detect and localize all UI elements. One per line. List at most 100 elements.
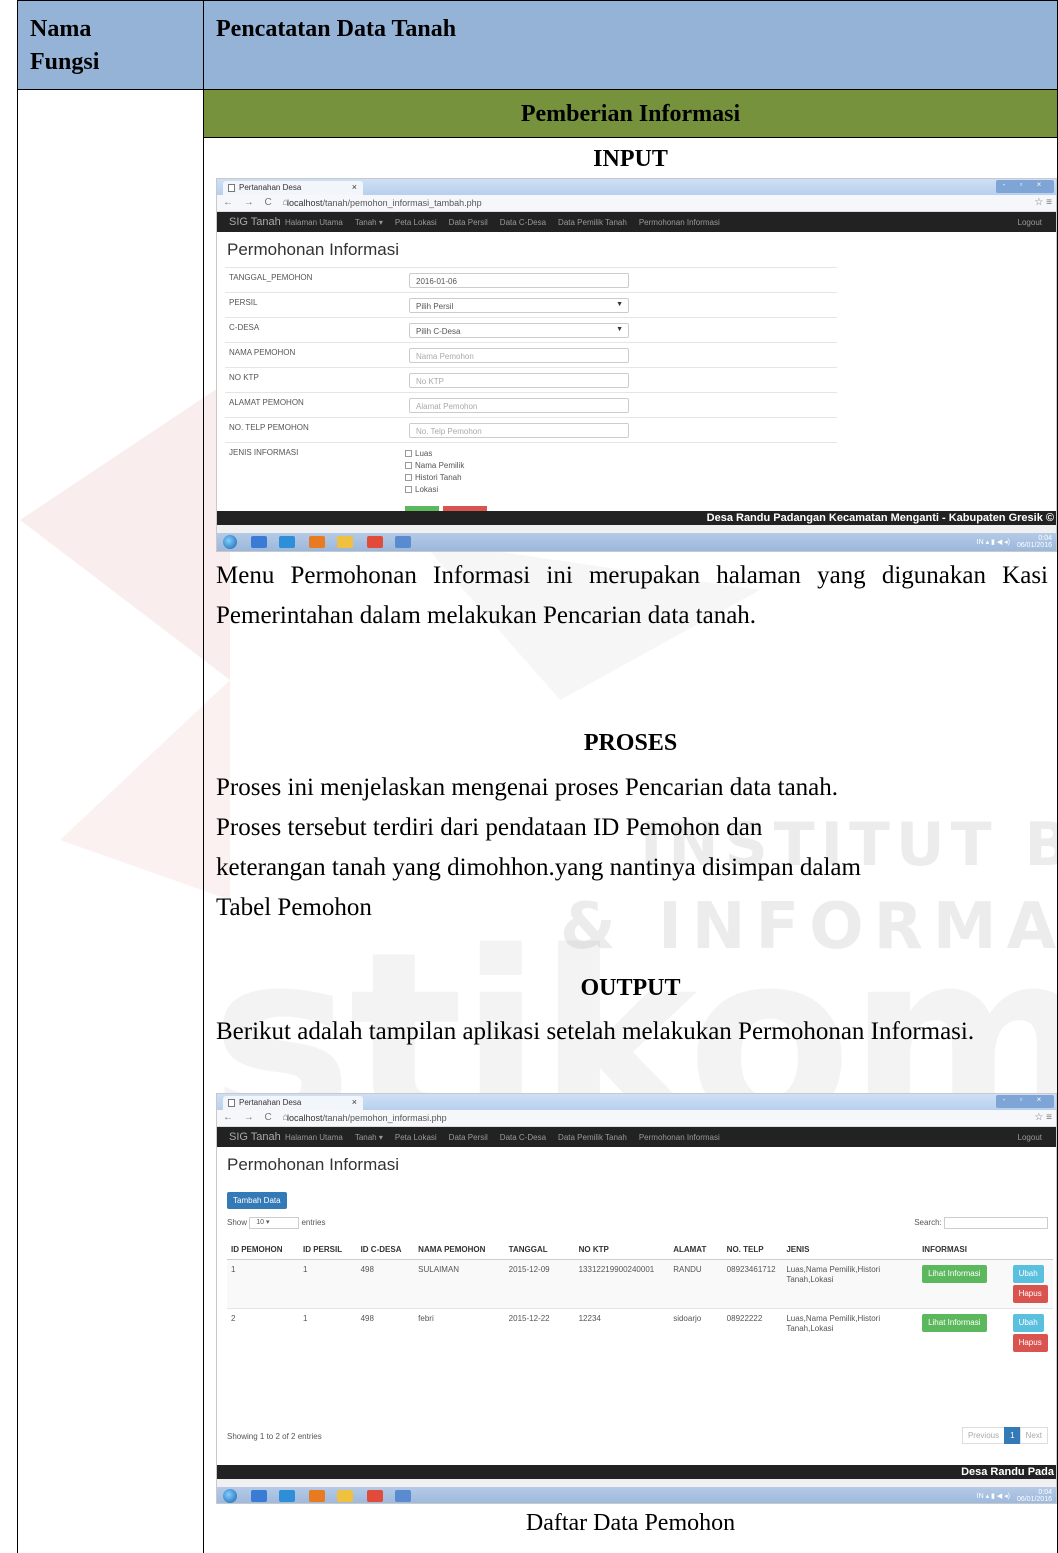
address-bar[interactable]: ← → C ⌂ localhost/tanah/pemohon_informas… (217, 1110, 1056, 1127)
app-icon[interactable] (251, 536, 267, 548)
close-icon[interactable]: × (352, 182, 357, 192)
tab-title: Pertanahan Desa (239, 183, 302, 192)
proses-line: keterangan tanah yang dimohhon.yang nant… (216, 854, 861, 881)
nav-item[interactable]: Peta Lokasi (395, 218, 437, 227)
col-header[interactable] (1008, 1240, 1053, 1260)
page-1-button[interactable]: 1 (1004, 1427, 1021, 1444)
previous-button[interactable]: Previous (961, 1427, 1006, 1444)
folder-icon[interactable] (337, 1490, 353, 1502)
cdesa-select[interactable]: Pilih C-Desa ▼ (409, 323, 629, 338)
header-left-label: Nama Fungsi (30, 16, 100, 75)
nav-item[interactable]: Data Pemilik Tanah (558, 1133, 627, 1142)
hapus-button[interactable]: Hapus (1012, 1285, 1048, 1303)
ubah-button[interactable]: Ubah (1012, 1314, 1044, 1332)
window-icon[interactable] (395, 536, 411, 548)
pagination: Previous 1 Next (961, 1427, 1048, 1444)
checkbox-lokasi[interactable]: Lokasi (405, 485, 438, 494)
cell: RANDU (669, 1259, 723, 1309)
col-header[interactable]: ID PERSIL (298, 1240, 357, 1260)
nav-item[interactable]: Halaman Utama (285, 218, 343, 227)
menu-icon[interactable]: ☆ ≡ (1034, 197, 1052, 208)
nav-menu: Halaman Utama Tanah ▾ Peta Lokasi Data Pers… (285, 218, 732, 227)
col-header[interactable]: NO KTP (574, 1240, 670, 1260)
scrollbar[interactable] (217, 525, 1056, 533)
next-button[interactable]: Next (1019, 1427, 1048, 1444)
alamat-input[interactable]: Alamat Pemohon (409, 398, 629, 413)
window-buttons[interactable]: - ▫ × (996, 180, 1054, 193)
col-header[interactable]: INFORMASI (918, 1240, 1009, 1260)
folder-icon[interactable] (337, 536, 353, 548)
app-brand[interactable]: SIG Tanah (229, 1131, 281, 1143)
col-header[interactable]: TANGGAL (504, 1240, 575, 1260)
tanggal-input[interactable]: 2016-01-06 (409, 273, 629, 288)
ie-icon[interactable] (279, 536, 295, 548)
col-header[interactable]: JENIS (782, 1240, 919, 1260)
close-icon[interactable]: × (352, 1097, 357, 1107)
cell: Lihat Informasi (918, 1259, 1009, 1309)
nav-item[interactable]: Halaman Utama (285, 1133, 343, 1142)
no-ktp-input[interactable]: No KTP (409, 373, 629, 388)
output-title: OUTPUT (580, 975, 681, 1001)
logout-link[interactable]: Logout (1018, 218, 1042, 227)
checkbox-histori[interactable]: Histori Tanah (405, 473, 462, 482)
ubah-button[interactable]: Ubah (1012, 1265, 1044, 1283)
nav-item[interactable]: Tanah ▾ (355, 1133, 383, 1142)
col-header[interactable]: ALAMAT (669, 1240, 723, 1260)
nav-item[interactable]: Data C-Desa (500, 218, 546, 227)
media-icon[interactable] (309, 1490, 325, 1502)
app-icon[interactable] (251, 1490, 267, 1502)
col-header[interactable]: NAMA PEMOHON (414, 1240, 505, 1260)
cell: 2 (227, 1308, 299, 1357)
menu-icon[interactable]: ☆ ≡ (1034, 1112, 1052, 1123)
search-box: Search: (914, 1217, 1048, 1229)
nav-item[interactable]: Data Persil (449, 218, 488, 227)
telp-input[interactable]: No. Telp Pemohon (409, 423, 629, 438)
window-icon[interactable] (395, 1490, 411, 1502)
chrome-icon[interactable] (367, 1490, 383, 1502)
proses-paragraph: Proses ini menjelaskan mengenai proses P… (216, 768, 1048, 928)
nav-item[interactable]: Peta Lokasi (395, 1133, 437, 1142)
search-input[interactable] (944, 1217, 1048, 1229)
page-icon (228, 184, 235, 192)
cell: 1 (298, 1308, 357, 1357)
screenshot-output-list: Pertanahan Desa × - ▫ × ← → C ⌂ localhos… (216, 1093, 1057, 1504)
nav-item[interactable]: Permohonan Informasi (639, 1133, 720, 1142)
media-icon[interactable] (309, 536, 325, 548)
section-bar: Pemberian Informasi (204, 90, 1057, 138)
window-buttons[interactable]: - ▫ × (996, 1095, 1054, 1108)
form-row: TANGGAL_PEMOHON 2016-01-06 (225, 267, 837, 292)
col-header[interactable]: ID PEMOHON (227, 1240, 299, 1260)
entries-select[interactable]: 10 ▾ (249, 1217, 300, 1229)
ie-icon[interactable] (279, 1490, 295, 1502)
nav-item[interactable]: Data Persil (449, 1133, 488, 1142)
browser-tab[interactable]: Pertanahan Desa × (223, 181, 363, 195)
nav-item[interactable]: Tanah ▾ (355, 218, 383, 227)
chrome-icon[interactable] (367, 536, 383, 548)
scrollbar[interactable] (217, 1479, 1056, 1487)
cell: Lihat Informasi (918, 1308, 1009, 1357)
browser-tab[interactable]: Pertanahan Desa × (223, 1096, 363, 1110)
hapus-button[interactable]: Hapus (1012, 1334, 1048, 1352)
cell: Luas,Nama Pemilik,Histori Tanah,Lokasi (782, 1308, 919, 1357)
checkbox-luas[interactable]: Luas (405, 449, 432, 458)
nama-pemohon-input[interactable]: Nama Pemohon (409, 348, 629, 363)
input-paragraph: Menu Permohonan Informasi ini merupakan … (216, 562, 1048, 629)
nav-item[interactable]: Permohonan Informasi (639, 218, 720, 227)
address-bar[interactable]: ← → C ⌂ localhost/tanah/pemohon_informas… (217, 195, 1056, 212)
nav-item[interactable]: Data Pemilik Tanah (558, 218, 627, 227)
checkbox-nama-pemilik[interactable]: Nama Pemilik (405, 461, 464, 470)
app-brand[interactable]: SIG Tanah (229, 216, 281, 228)
tambah-data-button[interactable]: Tambah Data (227, 1190, 287, 1209)
start-icon[interactable] (223, 535, 237, 549)
proses-title: PROSES (583, 730, 678, 756)
nav-buttons[interactable]: ← → C ⌂ (223, 1112, 293, 1123)
persil-select[interactable]: Pilih Persil ▼ (409, 298, 629, 313)
col-header[interactable]: NO. TELP (722, 1240, 783, 1260)
nav-buttons[interactable]: ← → C ⌂ (223, 197, 293, 208)
nav-item[interactable]: Data C-Desa (500, 1133, 546, 1142)
logout-link[interactable]: Logout (1018, 1133, 1042, 1142)
start-icon[interactable] (223, 1489, 237, 1503)
col-header[interactable]: ID C-DESA (356, 1240, 415, 1260)
lihat-informasi-button[interactable]: Lihat Informasi (922, 1265, 987, 1283)
lihat-informasi-button[interactable]: Lihat Informasi (922, 1314, 987, 1332)
